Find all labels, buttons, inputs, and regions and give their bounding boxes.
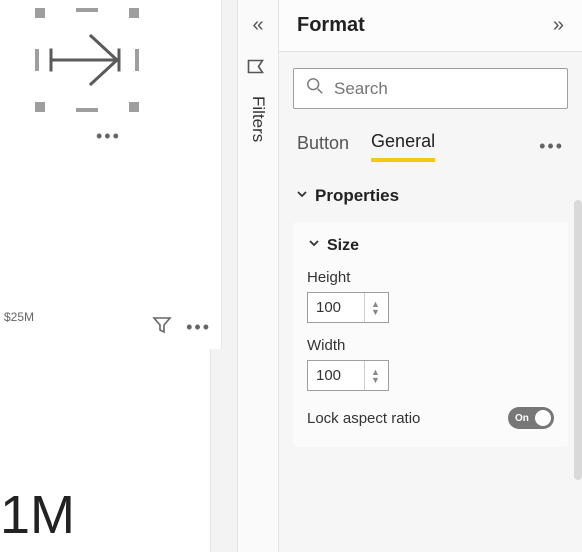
report-canvas-area: ••• $25M ••• 1M bbox=[0, 0, 210, 552]
size-section-title: Size bbox=[327, 237, 359, 255]
size-section-toggle[interactable]: Size bbox=[307, 236, 554, 255]
toggle-knob bbox=[535, 410, 551, 426]
toggle-state-text: On bbox=[515, 413, 529, 424]
arrow-right-icon bbox=[47, 30, 127, 90]
height-label: Height bbox=[307, 269, 554, 286]
visual-options-button[interactable]: ••• bbox=[96, 126, 121, 147]
resize-handle-t[interactable] bbox=[76, 8, 98, 12]
resize-handle-r[interactable] bbox=[135, 49, 139, 71]
format-pane: Format » Button General ••• Pr bbox=[279, 0, 582, 552]
axis-label: $25M bbox=[4, 310, 34, 324]
chevron-down-icon bbox=[295, 186, 309, 206]
properties-section-toggle[interactable]: Properties bbox=[293, 182, 568, 210]
resize-handle-tl[interactable] bbox=[35, 8, 45, 18]
filters-pane-collapsed: « Filters bbox=[238, 0, 279, 552]
width-stepper[interactable]: ▲ ▼ bbox=[307, 360, 389, 391]
height-stepper[interactable]: ▲ ▼ bbox=[307, 292, 389, 323]
resize-handle-br[interactable] bbox=[129, 102, 139, 112]
chevron-down-icon bbox=[307, 236, 321, 255]
filters-pane-label[interactable]: Filters bbox=[248, 96, 268, 142]
format-pane-title: Format bbox=[297, 14, 365, 37]
lock-aspect-label: Lock aspect ratio bbox=[307, 410, 420, 427]
card-visual-value: 1M bbox=[0, 484, 75, 546]
width-label: Width bbox=[307, 337, 554, 354]
resize-handle-l[interactable] bbox=[35, 49, 39, 71]
resize-handle-bl[interactable] bbox=[35, 102, 45, 112]
width-step-down[interactable]: ▼ bbox=[371, 376, 380, 384]
search-icon bbox=[306, 77, 324, 100]
height-step-down[interactable]: ▼ bbox=[371, 308, 380, 316]
search-input[interactable] bbox=[334, 79, 555, 99]
tab-button[interactable]: Button bbox=[297, 133, 349, 160]
resize-handle-b[interactable] bbox=[76, 108, 98, 112]
height-input[interactable] bbox=[308, 293, 364, 322]
properties-section-title: Properties bbox=[315, 186, 399, 206]
filter-icon[interactable] bbox=[152, 316, 172, 339]
expand-pane-button[interactable]: » bbox=[553, 14, 564, 37]
tabs-more-button[interactable]: ••• bbox=[539, 136, 564, 157]
collapse-pane-button[interactable]: « bbox=[253, 14, 264, 37]
size-card: Size Height ▲ ▼ Width bbox=[293, 222, 568, 447]
visual-more-button[interactable]: ••• bbox=[186, 317, 211, 338]
format-search[interactable] bbox=[293, 68, 568, 109]
canvas[interactable]: ••• $25M ••• bbox=[0, 0, 222, 349]
resize-handle-tr[interactable] bbox=[129, 8, 139, 18]
tab-general[interactable]: General bbox=[371, 131, 435, 162]
selected-visual[interactable] bbox=[35, 8, 139, 112]
format-pane-scrollbar[interactable] bbox=[574, 200, 582, 480]
lock-aspect-toggle[interactable]: On bbox=[508, 407, 554, 429]
width-input[interactable] bbox=[308, 361, 364, 390]
bookmark-icon[interactable] bbox=[247, 58, 270, 76]
